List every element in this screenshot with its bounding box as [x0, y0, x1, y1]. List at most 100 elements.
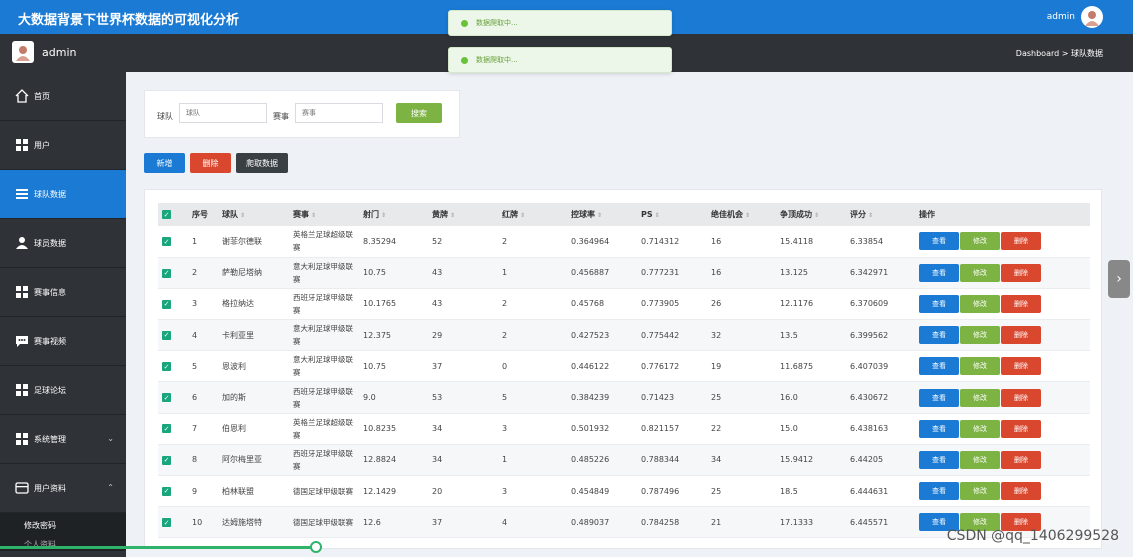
top-user-menu[interactable]: admin [1047, 6, 1103, 28]
view-button[interactable]: 查看 [919, 326, 959, 345]
edit-button[interactable]: 修改 [960, 450, 1000, 469]
col-header[interactable]: 红牌 ⇕ [498, 203, 567, 226]
sort-icon[interactable]: ⇕ [597, 212, 602, 219]
add-button[interactable]: 新增 [144, 153, 185, 173]
checkbox[interactable]: ✓ [162, 486, 171, 496]
sidebar-item-match-info[interactable]: 赛事信息 [0, 268, 126, 317]
sidebar-item-system[interactable]: 系统管理 ⌄ [0, 415, 126, 464]
event-search-input[interactable] [295, 103, 383, 123]
sort-icon[interactable]: ⇕ [240, 212, 245, 219]
row-select-cell[interactable]: ✓ [158, 226, 188, 257]
checkbox[interactable]: ✓ [162, 424, 171, 434]
video-progress-bar[interactable] [0, 546, 317, 549]
sort-icon[interactable]: ⇕ [868, 212, 873, 219]
delete-row-button[interactable]: 删除 [1001, 232, 1041, 251]
sort-icon[interactable]: ⇕ [745, 212, 750, 219]
sort-icon[interactable]: ⇕ [814, 212, 819, 219]
view-button[interactable]: 查看 [919, 294, 959, 313]
view-button[interactable]: 查看 [919, 263, 959, 282]
row-select-cell[interactable]: ✓ [158, 507, 188, 538]
table-header-row: ✓ 序号 球队 ⇕ 赛事 ⇕ 射门 ⇕ 黄牌 ⇕ 红牌 ⇕ 控球率 ⇕ PS ⇕ 绝佳机会 ⇕ … [158, 203, 1090, 226]
view-button[interactable]: 查看 [919, 419, 959, 438]
col-header[interactable]: 控球率 ⇕ [567, 203, 637, 226]
edit-button[interactable]: 修改 [960, 294, 1000, 313]
row-select-cell[interactable]: ✓ [158, 257, 188, 288]
delete-row-button[interactable]: 删除 [1001, 388, 1041, 407]
row-select-cell[interactable]: ✓ [158, 413, 188, 444]
sort-icon[interactable]: ⇕ [520, 212, 525, 219]
checkbox[interactable]: ✓ [162, 210, 171, 220]
delete-row-button[interactable]: 删除 [1001, 482, 1041, 501]
crawl-data-button[interactable]: 爬取数据 [236, 153, 288, 173]
delete-row-button[interactable]: 删除 [1001, 326, 1041, 345]
checkbox[interactable]: ✓ [162, 330, 171, 340]
view-button[interactable]: 查看 [919, 357, 959, 376]
col-header[interactable]: 绝佳机会 ⇕ [707, 203, 776, 226]
checkbox[interactable]: ✓ [162, 455, 171, 465]
row-select-cell[interactable]: ✓ [158, 382, 188, 413]
edit-button[interactable]: 修改 [960, 263, 1000, 282]
table-cell: 2 [502, 299, 508, 309]
edit-button[interactable]: 修改 [960, 326, 1000, 345]
sort-icon[interactable]: ⇕ [450, 212, 455, 219]
delete-row-button[interactable]: 删除 [1001, 419, 1041, 438]
edit-button[interactable]: 修改 [960, 419, 1000, 438]
delete-button[interactable]: 删除 [190, 153, 231, 173]
sidebar-item-team-data[interactable]: 球队数据 [0, 170, 126, 219]
sidebar-item-home[interactable]: 首页 [0, 72, 126, 121]
app-title: 大数据背景下世界杯数据的可视化分析 [18, 13, 240, 28]
select-all-header[interactable]: ✓ [158, 203, 188, 226]
watermark-text: CSDN @qq_1406299528 [946, 528, 1119, 544]
delete-row-button[interactable]: 删除 [1001, 294, 1041, 313]
col-header[interactable]: PS ⇕ [637, 203, 707, 226]
row-select-cell[interactable]: ✓ [158, 320, 188, 351]
checkbox[interactable]: ✓ [162, 362, 171, 372]
view-button[interactable]: 查看 [919, 450, 959, 469]
col-header[interactable]: 球队 ⇕ [218, 203, 289, 226]
view-button[interactable]: 查看 [919, 388, 959, 407]
delete-row-button[interactable]: 删除 [1001, 450, 1041, 469]
edit-button[interactable]: 修改 [960, 482, 1000, 501]
col-header[interactable]: 射门 ⇕ [359, 203, 428, 226]
checkbox[interactable]: ✓ [162, 237, 171, 247]
view-button[interactable]: 查看 [919, 482, 959, 501]
col-header[interactable]: 争顶成功 ⇕ [776, 203, 846, 226]
edit-button[interactable]: 修改 [960, 232, 1000, 251]
checkbox[interactable]: ✓ [162, 268, 171, 278]
team-data-table: ✓ 序号 球队 ⇕ 赛事 ⇕ 射门 ⇕ 黄牌 ⇕ 红牌 ⇕ 控球率 ⇕ PS ⇕ 绝佳机会 ⇕ … [158, 203, 1090, 538]
delete-row-button[interactable]: 删除 [1001, 357, 1041, 376]
search-button[interactable]: 搜索 [396, 103, 442, 123]
checkbox[interactable]: ✓ [162, 393, 171, 403]
chevron-right-icon[interactable]: › [1108, 260, 1130, 298]
row-select-cell[interactable]: ✓ [158, 351, 188, 382]
table-cell: 恩波利 [222, 361, 246, 371]
table-cell: 1 [502, 455, 508, 465]
sidebar-item-users[interactable]: 用户 [0, 121, 126, 170]
delete-row-button[interactable]: 删除 [1001, 263, 1041, 282]
sidebar-item-match-video[interactable]: 赛事视频 [0, 317, 126, 366]
progress-handle[interactable] [310, 541, 322, 553]
sidebar-subitem-change-password[interactable]: 修改密码 [0, 513, 126, 537]
edit-button[interactable]: 修改 [960, 357, 1000, 376]
checkbox[interactable]: ✓ [162, 299, 171, 309]
edit-button[interactable]: 修改 [960, 388, 1000, 407]
sort-icon[interactable]: ⇕ [655, 212, 660, 219]
sort-icon[interactable]: ⇕ [311, 212, 316, 219]
avatar[interactable] [1081, 6, 1103, 28]
team-search-input[interactable] [179, 103, 267, 123]
col-header[interactable]: 黄牌 ⇕ [428, 203, 498, 226]
view-button[interactable]: 查看 [919, 232, 959, 251]
checkbox[interactable]: ✓ [162, 518, 171, 528]
row-select-cell[interactable]: ✓ [158, 444, 188, 475]
sidebar-item-profile[interactable]: 用户资料 ⌃ [0, 464, 126, 513]
table-cell: 6.444631 [850, 486, 889, 496]
col-header[interactable]: 赛事 ⇕ [289, 203, 359, 226]
row-select-cell[interactable]: ✓ [158, 476, 188, 507]
sidebar-item-forum[interactable]: 足球论坛 [0, 366, 126, 415]
sidebar-item-player-data[interactable]: 球员数据 [0, 219, 126, 268]
row-select-cell[interactable]: ✓ [158, 288, 188, 319]
sort-icon[interactable]: ⇕ [381, 212, 386, 219]
table-cell: 2 [502, 236, 508, 246]
table-cell: 17.1333 [780, 517, 814, 527]
col-header[interactable]: 评分 ⇕ [846, 203, 915, 226]
